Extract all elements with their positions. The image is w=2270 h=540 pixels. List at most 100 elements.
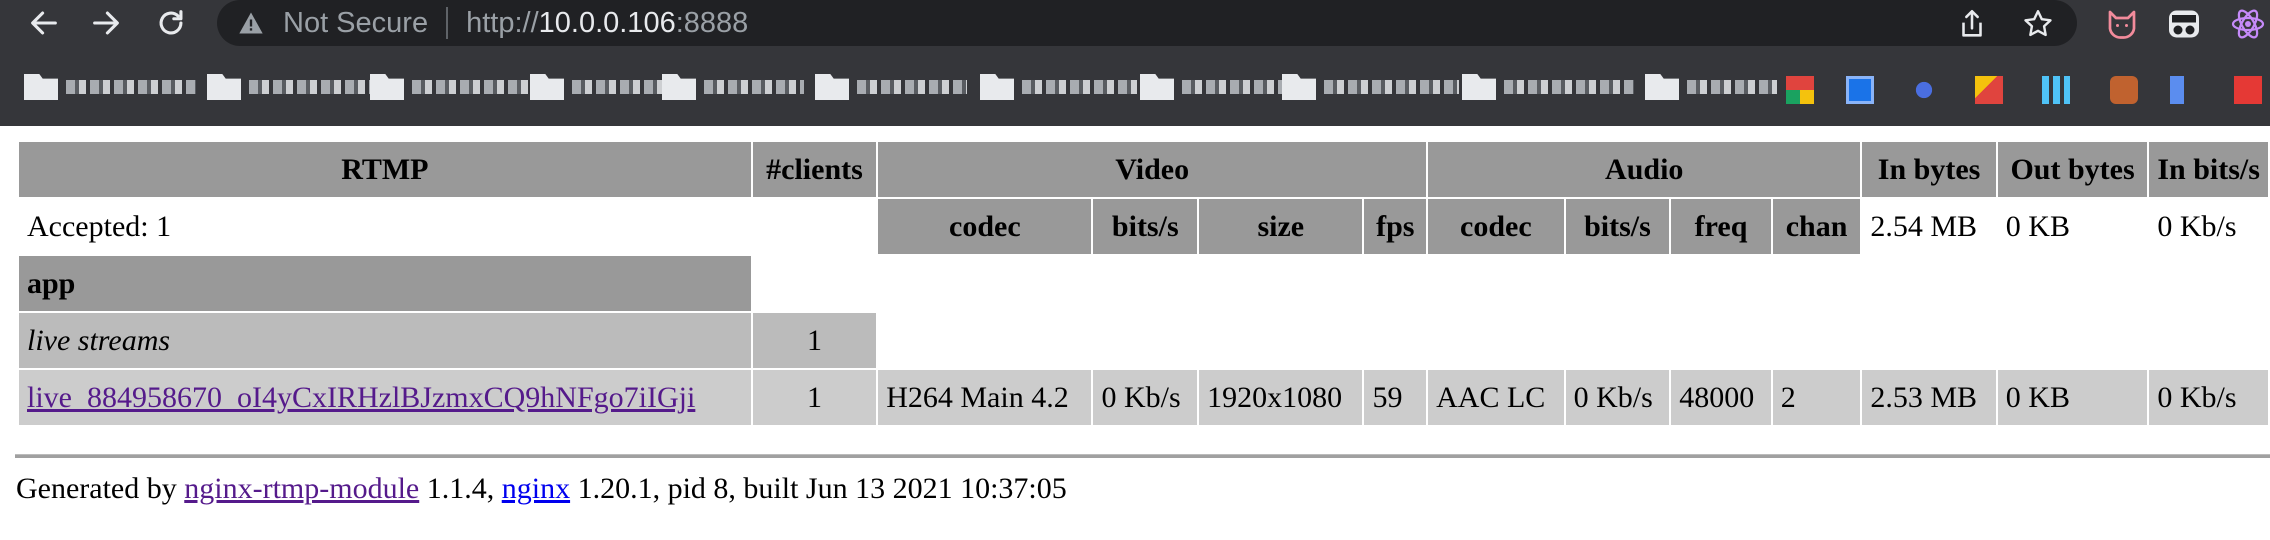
bookmark-folder-7[interactable] [980,72,1137,102]
server-row: Accepted: 1 codec bits/s size fps codec … [19,199,2268,254]
warning-icon[interactable] [237,7,269,39]
stream-name-cell: live_884958670_oI4yCxIRHzlBJzmxCQ9hNFgo7… [19,370,751,425]
server-in-bits: 0 Kb/s [2149,199,2268,254]
footer-build-info: 1.20.1, pid 8, built Jun 13 2021 10:37:0… [570,472,1067,505]
bookmark-favicon-2[interactable] [1846,76,1874,104]
folder-icon [1462,74,1496,100]
footer: Generated by nginx-rtmp-module 1.1.4, ng… [16,472,1067,506]
header-video: Video [878,142,1427,197]
live-streams-label: live streams [19,313,751,368]
footer-module-version: 1.1.4, [419,472,502,505]
bookmark-folder-4[interactable] [530,72,662,102]
header-out-bytes: Out bytes [1997,142,2148,197]
app-name: app [19,256,751,311]
stream-name-link[interactable]: live_884958670_oI4yCxIRHzlBJzmxCQ9hNFgo7… [27,381,695,414]
bookmark-favicon-6[interactable] [2110,76,2138,104]
folder-icon [207,74,241,100]
address-bar[interactable]: Not Secure http://10.0.0.106:8888 [217,0,2077,46]
bookmarks-bar [0,62,2270,114]
subheader-audio-codec: codec [1428,199,1564,254]
table-header-row: RTMP #clients Video Audio In bytes Out b… [19,142,2268,197]
url-host: 10.0.0.106 [538,6,676,39]
stream-audio-bits: 0 Kb/s [1565,370,1670,425]
spy-extension-icon[interactable] [2166,6,2202,42]
app-row: app [19,256,2268,311]
url-scheme: http:// [466,6,539,39]
back-arrow-icon [31,11,57,35]
header-rtmp: RTMP [19,142,751,197]
subheader-audio-freq: freq [1671,199,1771,254]
footer-prefix: Generated by [16,472,185,505]
bookmark-folder-10[interactable] [1462,72,1634,102]
folder-icon [1140,74,1174,100]
stream-video-bits: 0 Kb/s [1093,370,1198,425]
url-port: :8888 [675,6,749,39]
stream-audio-freq: 48000 [1671,370,1771,425]
subheader-video-fps: fps [1364,199,1427,254]
forward-arrow-icon [93,11,119,35]
security-label[interactable]: Not Secure [283,7,428,40]
stream-row: live_884958670_oI4yCxIRHzlBJzmxCQ9hNFgo7… [19,370,2268,425]
bookmark-folder-8[interactable] [1140,72,1282,102]
folder-icon [815,74,849,100]
bookmark-folder-5[interactable] [662,72,804,102]
react-extension-icon[interactable] [2230,6,2266,42]
nginx-link[interactable]: nginx [502,472,570,505]
bookmark-favicon-8[interactable] [2234,76,2262,104]
bookmark-folder-11[interactable] [1645,72,1777,102]
stream-audio-codec: AAC LC [1428,370,1564,425]
folder-icon [662,74,696,100]
address-separator [446,7,449,39]
bookmark-favicon-4[interactable] [1975,76,2003,104]
nginx-rtmp-module-link[interactable]: nginx-rtmp-module [184,472,419,505]
folder-icon [24,74,58,100]
stream-video-fps: 59 [1364,370,1427,425]
cat-extension-icon[interactable] [2104,6,2140,42]
header-in-bits: In bits/s [2149,142,2268,197]
stream-video-size: 1920x1080 [1199,370,1363,425]
url-text[interactable]: http://10.0.0.106:8888 [466,7,748,40]
server-in-bytes: 2.54 MB [1862,199,1996,254]
horizontal-rule [15,454,2270,458]
folder-icon [1645,74,1679,100]
folder-icon [980,74,1014,100]
bookmark-folder-1[interactable] [24,72,196,102]
reload-icon [159,10,183,35]
browser-chrome: Not Secure http://10.0.0.106:8888 [0,0,2270,126]
accepted-count: Accepted: 1 [19,199,751,254]
rtmp-stats-table: RTMP #clients Video Audio In bytes Out b… [17,140,2270,427]
bookmark-favicon-3[interactable] [1910,76,1938,104]
stream-in-bytes: 2.53 MB [1862,370,1996,425]
subheader-audio-bits: bits/s [1565,199,1670,254]
stream-audio-chan: 2 [1772,370,1861,425]
live-streams-row: live streams 1 [19,313,2268,368]
subheader-video-bits: bits/s [1093,199,1198,254]
back-button[interactable] [18,0,70,46]
subheader-video-codec: codec [878,199,1092,254]
reload-button[interactable] [145,0,197,46]
share-icon[interactable] [1955,7,1989,41]
stream-video-codec: H264 Main 4.2 [878,370,1092,425]
forward-button[interactable] [80,0,132,46]
folder-icon [370,74,404,100]
bookmark-star-icon[interactable] [2021,7,2055,41]
folder-icon [530,74,564,100]
live-streams-count: 1 [752,313,877,368]
folder-icon [1282,74,1316,100]
bookmark-favicon-7[interactable] [2170,76,2198,104]
header-in-bytes: In bytes [1862,142,1996,197]
stream-clients: 1 [752,370,877,425]
bookmark-folder-2[interactable] [207,72,379,102]
header-clients: #clients [752,142,877,197]
bookmark-folder-9[interactable] [1282,72,1459,102]
bookmark-favicon-1[interactable] [1786,76,1814,104]
bookmark-folder-3[interactable] [370,72,532,102]
bookmark-favicon-5[interactable] [2042,76,2070,104]
stream-in-bits: 0 Kb/s [2149,370,2268,425]
subheader-video-size: size [1199,199,1363,254]
header-audio: Audio [1428,142,1861,197]
bookmark-folder-6[interactable] [815,72,967,102]
subheader-audio-chan: chan [1772,199,1861,254]
stream-out-bytes: 0 KB [1997,370,2148,425]
server-out-bytes: 0 KB [1997,199,2148,254]
